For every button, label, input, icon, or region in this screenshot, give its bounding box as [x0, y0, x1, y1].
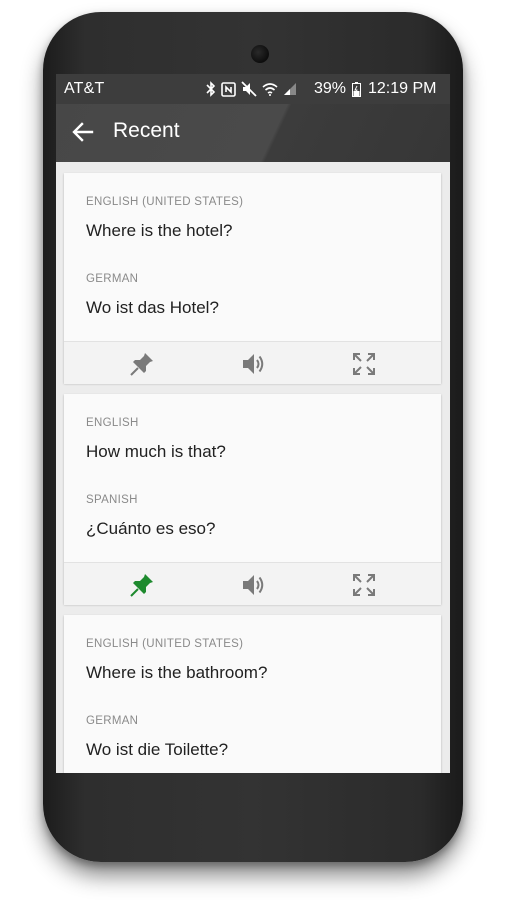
fullscreen-icon[interactable]: [351, 572, 377, 598]
fullscreen-icon[interactable]: [351, 351, 377, 377]
source-language-label: ENGLISH (UNITED STATES): [86, 638, 244, 650]
source-language-label: ENGLISH: [86, 417, 139, 429]
battery-percent: 39%: [314, 80, 347, 97]
signal-icon: [284, 83, 296, 95]
speaker-icon[interactable]: [240, 351, 266, 377]
target-text: Wo ist das Hotel?: [86, 298, 219, 317]
pin-icon[interactable]: [129, 351, 155, 377]
status-bar: AT&T 39% 12:19 PM: [56, 74, 450, 104]
translation-card[interactable]: ENGLISH How much is that? SPANISH ¿Cuánt…: [64, 394, 441, 605]
clock: 12:19 PM: [368, 80, 437, 97]
arrow-back-icon[interactable]: [70, 119, 96, 145]
card-actions: [64, 341, 441, 384]
bluetooth-icon: [206, 81, 216, 97]
card-actions: [64, 562, 441, 605]
target-text: ¿Cuánto es eso?: [86, 519, 216, 538]
mute-icon: [241, 81, 257, 97]
pin-icon[interactable]: [129, 572, 155, 598]
translation-card[interactable]: ENGLISH (UNITED STATES) Where is the bat…: [64, 615, 441, 773]
wifi-icon: [262, 83, 278, 96]
source-text: How much is that?: [86, 442, 226, 461]
carrier-name: AT&T: [64, 80, 105, 97]
target-language-label: SPANISH: [86, 494, 138, 506]
translation-card[interactable]: ENGLISH (UNITED STATES) Where is the hot…: [64, 173, 441, 384]
target-language-label: GERMAN: [86, 273, 139, 285]
status-icons: [206, 80, 297, 98]
page-title: Recent: [113, 119, 180, 142]
target-language-label: GERMAN: [86, 715, 139, 727]
source-language-label: ENGLISH (UNITED STATES): [86, 196, 244, 208]
app-bar: Recent: [56, 104, 450, 162]
nfc-icon: [221, 81, 236, 97]
battery-icon: [352, 82, 361, 97]
source-text: Where is the hotel?: [86, 221, 233, 240]
target-text: Wo ist die Toilette?: [86, 740, 229, 759]
front-camera: [251, 45, 269, 63]
screen: AT&T 39% 12:19 PM Recent ENGLISH (UNITED…: [56, 74, 450, 773]
source-text: Where is the bathroom?: [86, 663, 268, 682]
speaker-icon[interactable]: [240, 572, 266, 598]
